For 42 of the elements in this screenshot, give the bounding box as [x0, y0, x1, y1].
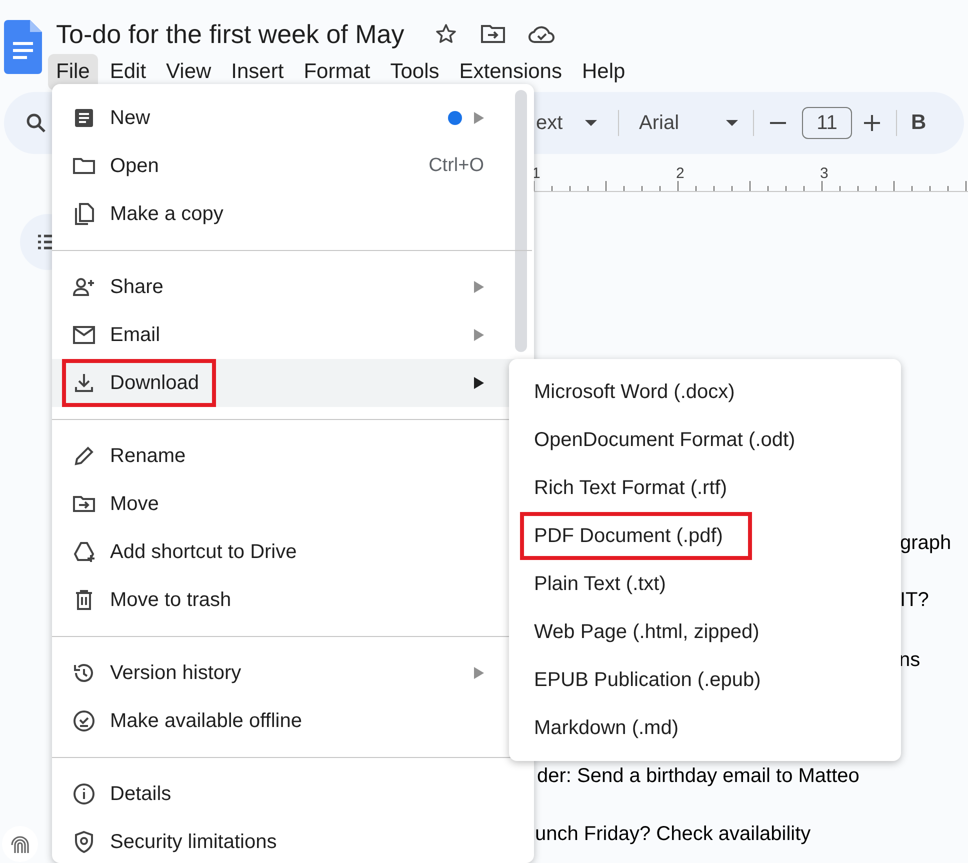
- pencil-icon: [72, 444, 96, 468]
- star-icon[interactable]: [434, 22, 458, 46]
- menu-item[interactable]: Open Ctrl+O: [52, 142, 532, 190]
- cloud-check-icon[interactable]: [528, 23, 556, 45]
- download-icon: [72, 371, 96, 395]
- document-title[interactable]: To-do for the first week of May: [56, 21, 404, 47]
- shortcut-text: Ctrl+O: [428, 154, 484, 178]
- search-icon[interactable]: [24, 111, 48, 135]
- font-dropdown[interactable]: Arial: [639, 108, 725, 138]
- ruler-number: 3: [820, 164, 828, 184]
- document-text: graph: [900, 531, 952, 556]
- check-circle-icon: [72, 709, 96, 733]
- font-size-field[interactable]: 11: [802, 107, 852, 139]
- person-plus-icon: [72, 275, 96, 299]
- bold-button[interactable]: B: [911, 107, 926, 139]
- history-icon: [72, 661, 96, 685]
- menu-item[interactable]: Make a copy: [52, 190, 532, 238]
- menu-item[interactable]: New: [52, 94, 532, 142]
- document-text: der: Send a birthday email to Matteo: [537, 764, 860, 789]
- caret-icon: [725, 119, 739, 127]
- fingerprint-icon: [9, 833, 31, 855]
- document-icon: [72, 106, 96, 130]
- scrollbar[interactable]: [515, 90, 527, 352]
- menu-item[interactable]: Security limitations: [52, 818, 532, 863]
- triangle-plus-icon: [72, 540, 96, 564]
- mail-icon: [72, 323, 96, 347]
- ruler-number: 2: [676, 164, 684, 184]
- document-text: IT?: [900, 588, 929, 613]
- docs-logo-icon[interactable]: [4, 20, 42, 74]
- fingerprint-button[interactable]: [2, 826, 38, 862]
- plus-icon[interactable]: [862, 113, 882, 133]
- info-icon: [72, 782, 96, 806]
- shield-icon: [72, 830, 96, 854]
- folder-arrow-icon[interactable]: [480, 23, 506, 45]
- menu-item[interactable]: Share: [52, 263, 532, 311]
- menu-item[interactable]: Details: [52, 770, 532, 818]
- style-dropdown[interactable]: ext: [536, 108, 576, 138]
- caret-icon: [584, 119, 598, 127]
- menu-item[interactable]: Email: [52, 311, 532, 359]
- menu-tab[interactable]: Help: [574, 54, 634, 90]
- copy-icon: [72, 202, 96, 226]
- document-text: unch Friday? Check availability: [535, 822, 811, 847]
